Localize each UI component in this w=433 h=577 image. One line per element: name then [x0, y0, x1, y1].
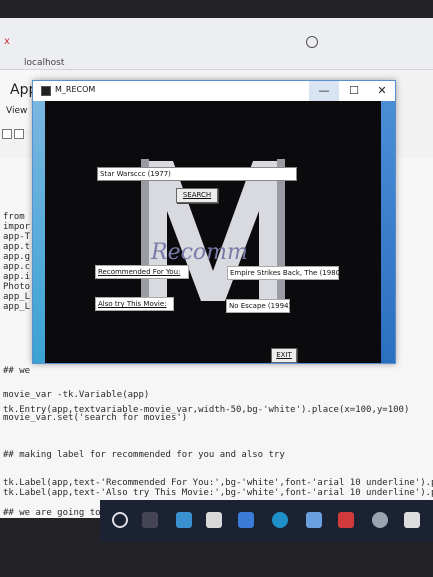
whatsapp-icon[interactable] — [306, 36, 318, 48]
task-view-icon[interactable] — [142, 512, 158, 528]
tk-app-window: M_RECOM — ☐ ✕ Recomm Star Warsccc (1977)… — [32, 80, 396, 364]
also-try-label: Also try This Movie: — [95, 297, 174, 311]
code-line: app-T — [3, 232, 31, 242]
code-line: app.t — [3, 242, 31, 252]
taskbar — [100, 500, 433, 542]
photo-background: x localhost App View from impor app-T ap… — [0, 0, 433, 577]
code-line: tk.Label(app,text-'Recommended For You:'… — [3, 478, 433, 488]
code-line: app.c — [3, 262, 31, 272]
browser-toolbar: x localhost — [0, 18, 433, 70]
paste-icon[interactable] — [14, 129, 24, 139]
document-icon[interactable] — [306, 512, 322, 528]
code-line: app_L — [3, 292, 31, 302]
code-line: movie_var -tk.Variable(app) — [3, 390, 150, 400]
movie-search-input[interactable]: Star Warsccc (1977) — [97, 167, 297, 181]
close-window-button[interactable]: ✕ — [367, 81, 397, 101]
code-line: app.g — [3, 252, 31, 262]
code-line: tk.Label(app,text-'Also try This Movie:'… — [3, 488, 433, 498]
close-tab-icon[interactable]: x — [4, 36, 10, 47]
code-comment: ## we — [3, 366, 31, 376]
minimize-button[interactable]: — — [309, 81, 339, 101]
window-titlebar[interactable]: M_RECOM — ☐ ✕ — [33, 81, 397, 109]
code-line: Photo — [3, 282, 31, 292]
window-frame-left — [33, 101, 45, 363]
mail-icon[interactable] — [176, 512, 192, 528]
search-circle-icon[interactable] — [112, 512, 128, 528]
logo-script-text: Recomm — [150, 240, 248, 265]
photos-icon[interactable] — [238, 512, 254, 528]
notes-icon[interactable] — [404, 512, 420, 528]
edge-icon[interactable] — [272, 512, 288, 528]
app-canvas: Recomm Star Warsccc (1977) SEARCH Recomm… — [45, 101, 381, 363]
code-comment: ## making label for recommended for you … — [3, 450, 285, 460]
view-menu[interactable]: View — [6, 106, 27, 116]
address-text[interactable]: localhost — [24, 58, 64, 68]
also-try-result: No Escape (1994) — [226, 299, 291, 313]
recommended-result: Empire Strikes Back, The (1980) — [227, 266, 343, 280]
app-window-icon — [41, 86, 51, 96]
code-line: app.i — [3, 272, 31, 282]
recommended-label: Recommended For You: — [95, 265, 189, 279]
exit-button[interactable]: EXIT — [271, 348, 297, 363]
window-title: M_RECOM — [55, 85, 96, 94]
ide-toolbar — [2, 124, 32, 139]
copy-icon[interactable] — [2, 129, 12, 139]
python-icon[interactable] — [372, 512, 388, 528]
code-line: impor — [3, 222, 31, 232]
code-app-icon[interactable] — [338, 512, 354, 528]
m-logo-shape — [145, 161, 281, 301]
store-icon[interactable] — [206, 512, 222, 528]
m-recomm-logo: Recomm — [141, 159, 285, 303]
window-frame-right — [381, 101, 395, 363]
code-line: app_L — [3, 302, 31, 312]
code-line: movie_var.set('search for movies') — [3, 413, 188, 423]
search-button[interactable]: SEARCH — [176, 188, 218, 203]
code-line: from — [3, 212, 25, 222]
